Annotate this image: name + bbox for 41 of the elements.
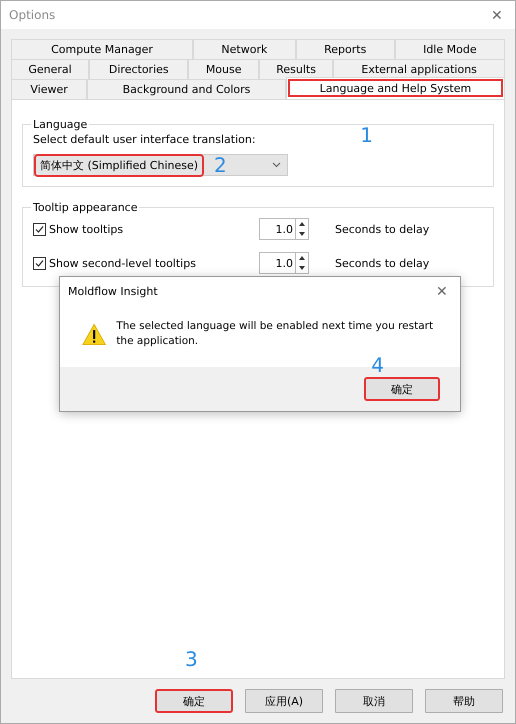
unit-label: Seconds to delay [335,256,430,270]
prompt-text: Select default user interface translation: [33,133,256,146]
tab[interactable]: Language and Help System [286,77,505,99]
spin-field[interactable]: 1.0 [259,218,309,240]
checkbox[interactable] [33,256,46,270]
tab[interactable]: Directories [89,59,188,79]
dialog-button[interactable]: 确定 [155,689,233,713]
step-number: 1 [360,125,373,145]
group-title: Tooltip appearance [32,201,138,214]
tab[interactable]: Viewer [11,79,88,99]
window-title: Options [9,8,56,22]
ok-button[interactable]: 确定 [364,377,440,401]
dialog-button[interactable]: 取消 [335,689,413,713]
spin-field[interactable]: 1.0 [259,252,309,274]
tab[interactable]: Idle Mode [394,39,505,59]
checkbox-label: Show tooltips [49,222,124,236]
chevron-down-icon [272,162,281,168]
language-dropdown[interactable]: 简体中文 (Simplified Chinese) 2 [33,154,288,176]
step-number: 2 [214,155,227,175]
close-button[interactable]: ✕ [432,283,452,299]
dropdown-value: 简体中文 (Simplified Chinese) [36,156,202,174]
tab[interactable]: Network [193,39,296,59]
checkbox-label: Show second-level tooltips [49,256,197,270]
tab[interactable]: Reports [296,39,395,59]
group-title: Language [32,118,88,131]
dialog-button[interactable]: 帮助 [425,689,503,713]
close-button[interactable]: ✕ [487,7,507,23]
step-number: 3 [185,649,198,669]
unit-label: Seconds to delay [335,222,430,236]
dialog-title: Moldflow Insight [68,284,158,298]
tab[interactable]: Mouse [188,59,259,79]
step-number: 4 [371,355,384,375]
tab[interactable]: Results [258,59,334,79]
tab[interactable]: Compute Manager [11,39,194,59]
warning-icon [82,320,106,348]
tab[interactable]: Background and Colors [87,79,286,99]
tab[interactable]: General [11,59,90,79]
tab[interactable]: External applications [333,59,505,79]
dialog-message: The selected language will be enabled next time you restart the application. [116,319,434,349]
dialog-button[interactable]: 应用(A) [245,689,323,713]
checkbox[interactable] [33,222,46,236]
